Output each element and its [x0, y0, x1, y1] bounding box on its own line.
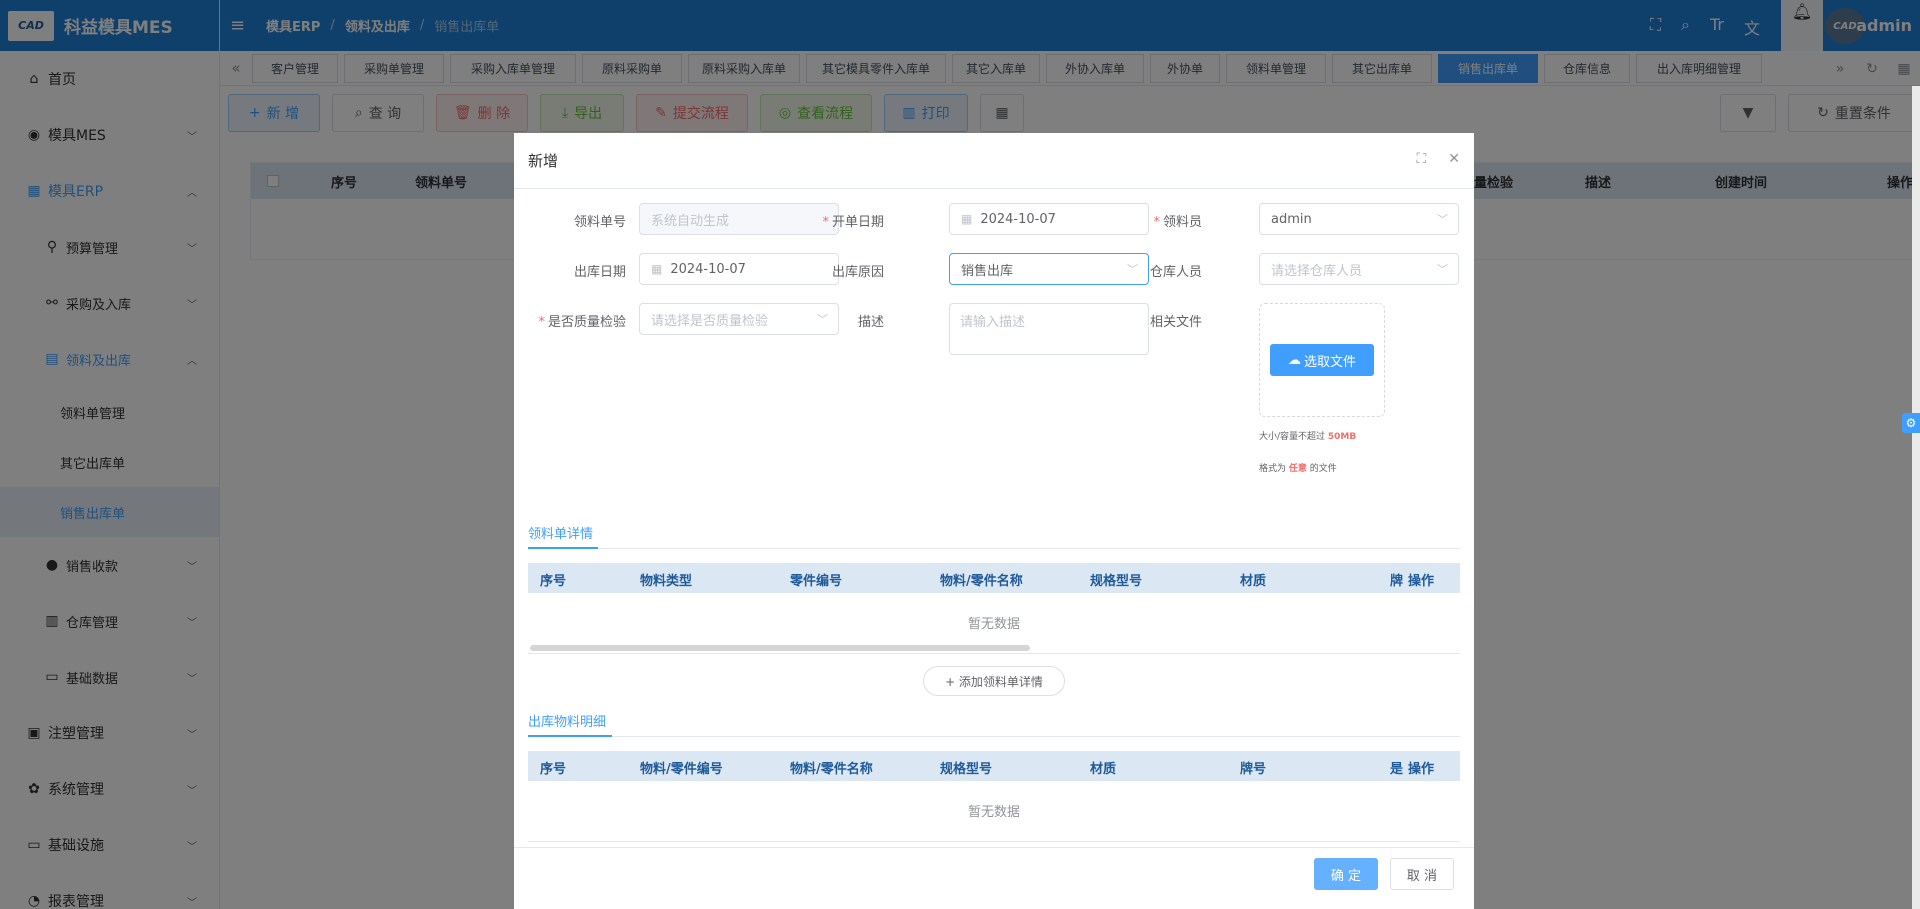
description-label: 描述	[857, 315, 884, 330]
out-date-label: 出库日期	[573, 265, 626, 280]
chevron-down-icon: ﹀	[1437, 263, 1448, 276]
choose-file-button[interactable]: ☁ 选取文件	[1270, 344, 1374, 376]
col-header: 序号	[540, 574, 567, 589]
active-tab-underline	[528, 735, 612, 737]
chevron-down-icon: ﹀	[1437, 213, 1448, 226]
new-dialog: 新增 ⛶ ✕ 领料单号 系统自动生成 * 开单日期 ▦ 2024-10-07 * 领料…	[514, 133, 1474, 909]
dialog-tools: ⛶ ✕	[1416, 151, 1460, 167]
pick-detail-table-header: 序号 物料类型 零件编号 物料/零件名称 规格型号 材质 牌 操作	[528, 563, 1460, 593]
files-label: 相关文件	[1149, 315, 1202, 330]
file-upload-area[interactable]: ☁ 选取文件	[1259, 303, 1385, 417]
quality-check-label: * 是否质量检验	[538, 315, 626, 330]
col-header: 物料类型	[640, 574, 693, 589]
warehouse-person-label: 仓库人员	[1149, 265, 1202, 280]
dialog-footer: 确 定 取 消	[514, 847, 1474, 909]
cloud-upload-icon: ☁	[1287, 352, 1301, 368]
col-header: 操作	[1408, 574, 1435, 589]
calendar-icon: ▦	[651, 262, 663, 276]
table-bottom-border	[528, 653, 1460, 654]
warehouse-person-select[interactable]: 请选择仓库人员 ﹀	[1259, 253, 1459, 285]
col-header: 材质	[1090, 762, 1117, 777]
dialog-title: 新增	[528, 152, 559, 170]
empty-text: 暂无数据	[967, 617, 1020, 632]
col-header: 材质	[1240, 574, 1267, 589]
section-divider	[528, 548, 1460, 549]
picker-select[interactable]: admin ﹀	[1259, 203, 1459, 235]
col-header: 物料/零件名称	[790, 762, 873, 777]
order-no-label: 领料单号	[573, 215, 626, 230]
out-reason-label: 出库原因	[831, 265, 884, 280]
active-tab-underline	[528, 547, 598, 549]
col-header: 物料/零件名称	[940, 574, 1023, 589]
table-bottom-border	[528, 841, 1460, 842]
col-header: 规格型号	[1090, 574, 1143, 589]
close-icon[interactable]: ✕	[1448, 151, 1460, 167]
open-date-label: * 开单日期	[822, 215, 884, 230]
dialog-header: 新增 ⛶ ✕	[514, 133, 1474, 189]
col-header: 序号	[540, 762, 567, 777]
col-header: 牌	[1390, 574, 1404, 589]
tab-pick-detail[interactable]: 领料单详情	[528, 523, 593, 542]
out-material-table-header: 序号 物料/零件编号 物料/零件名称 规格型号 材质 牌号 是 操作	[528, 751, 1460, 781]
col-header: 规格型号	[940, 762, 993, 777]
settings-gear-icon[interactable]: ⚙	[1902, 413, 1920, 433]
empty-text: 暂无数据	[967, 805, 1020, 820]
col-header: 是	[1390, 762, 1404, 777]
col-header: 牌号	[1240, 762, 1267, 777]
page-scrollbar[interactable]	[1912, 86, 1920, 909]
col-header: 操作	[1408, 762, 1435, 777]
upload-size-tip: 大小/容量不超过 50MB	[1259, 432, 1357, 442]
section-divider	[528, 736, 1460, 737]
add-pick-detail-button[interactable]: + 添加领料单详情	[923, 666, 1065, 696]
maximize-icon[interactable]: ⛶	[1416, 151, 1426, 167]
upload-format-tip: 格式为 任意 的文件	[1259, 464, 1337, 474]
col-header: 零件编号	[790, 574, 843, 589]
col-header: 物料/零件编号	[640, 762, 723, 777]
cancel-button[interactable]: 取 消	[1390, 858, 1454, 890]
tab-out-material[interactable]: 出库物料明细	[528, 711, 606, 730]
calendar-icon: ▦	[961, 212, 973, 226]
picker-label: * 领料员	[1153, 215, 1202, 230]
table-horizontal-scrollbar[interactable]	[530, 645, 1030, 651]
confirm-button[interactable]: 确 定	[1314, 858, 1378, 890]
